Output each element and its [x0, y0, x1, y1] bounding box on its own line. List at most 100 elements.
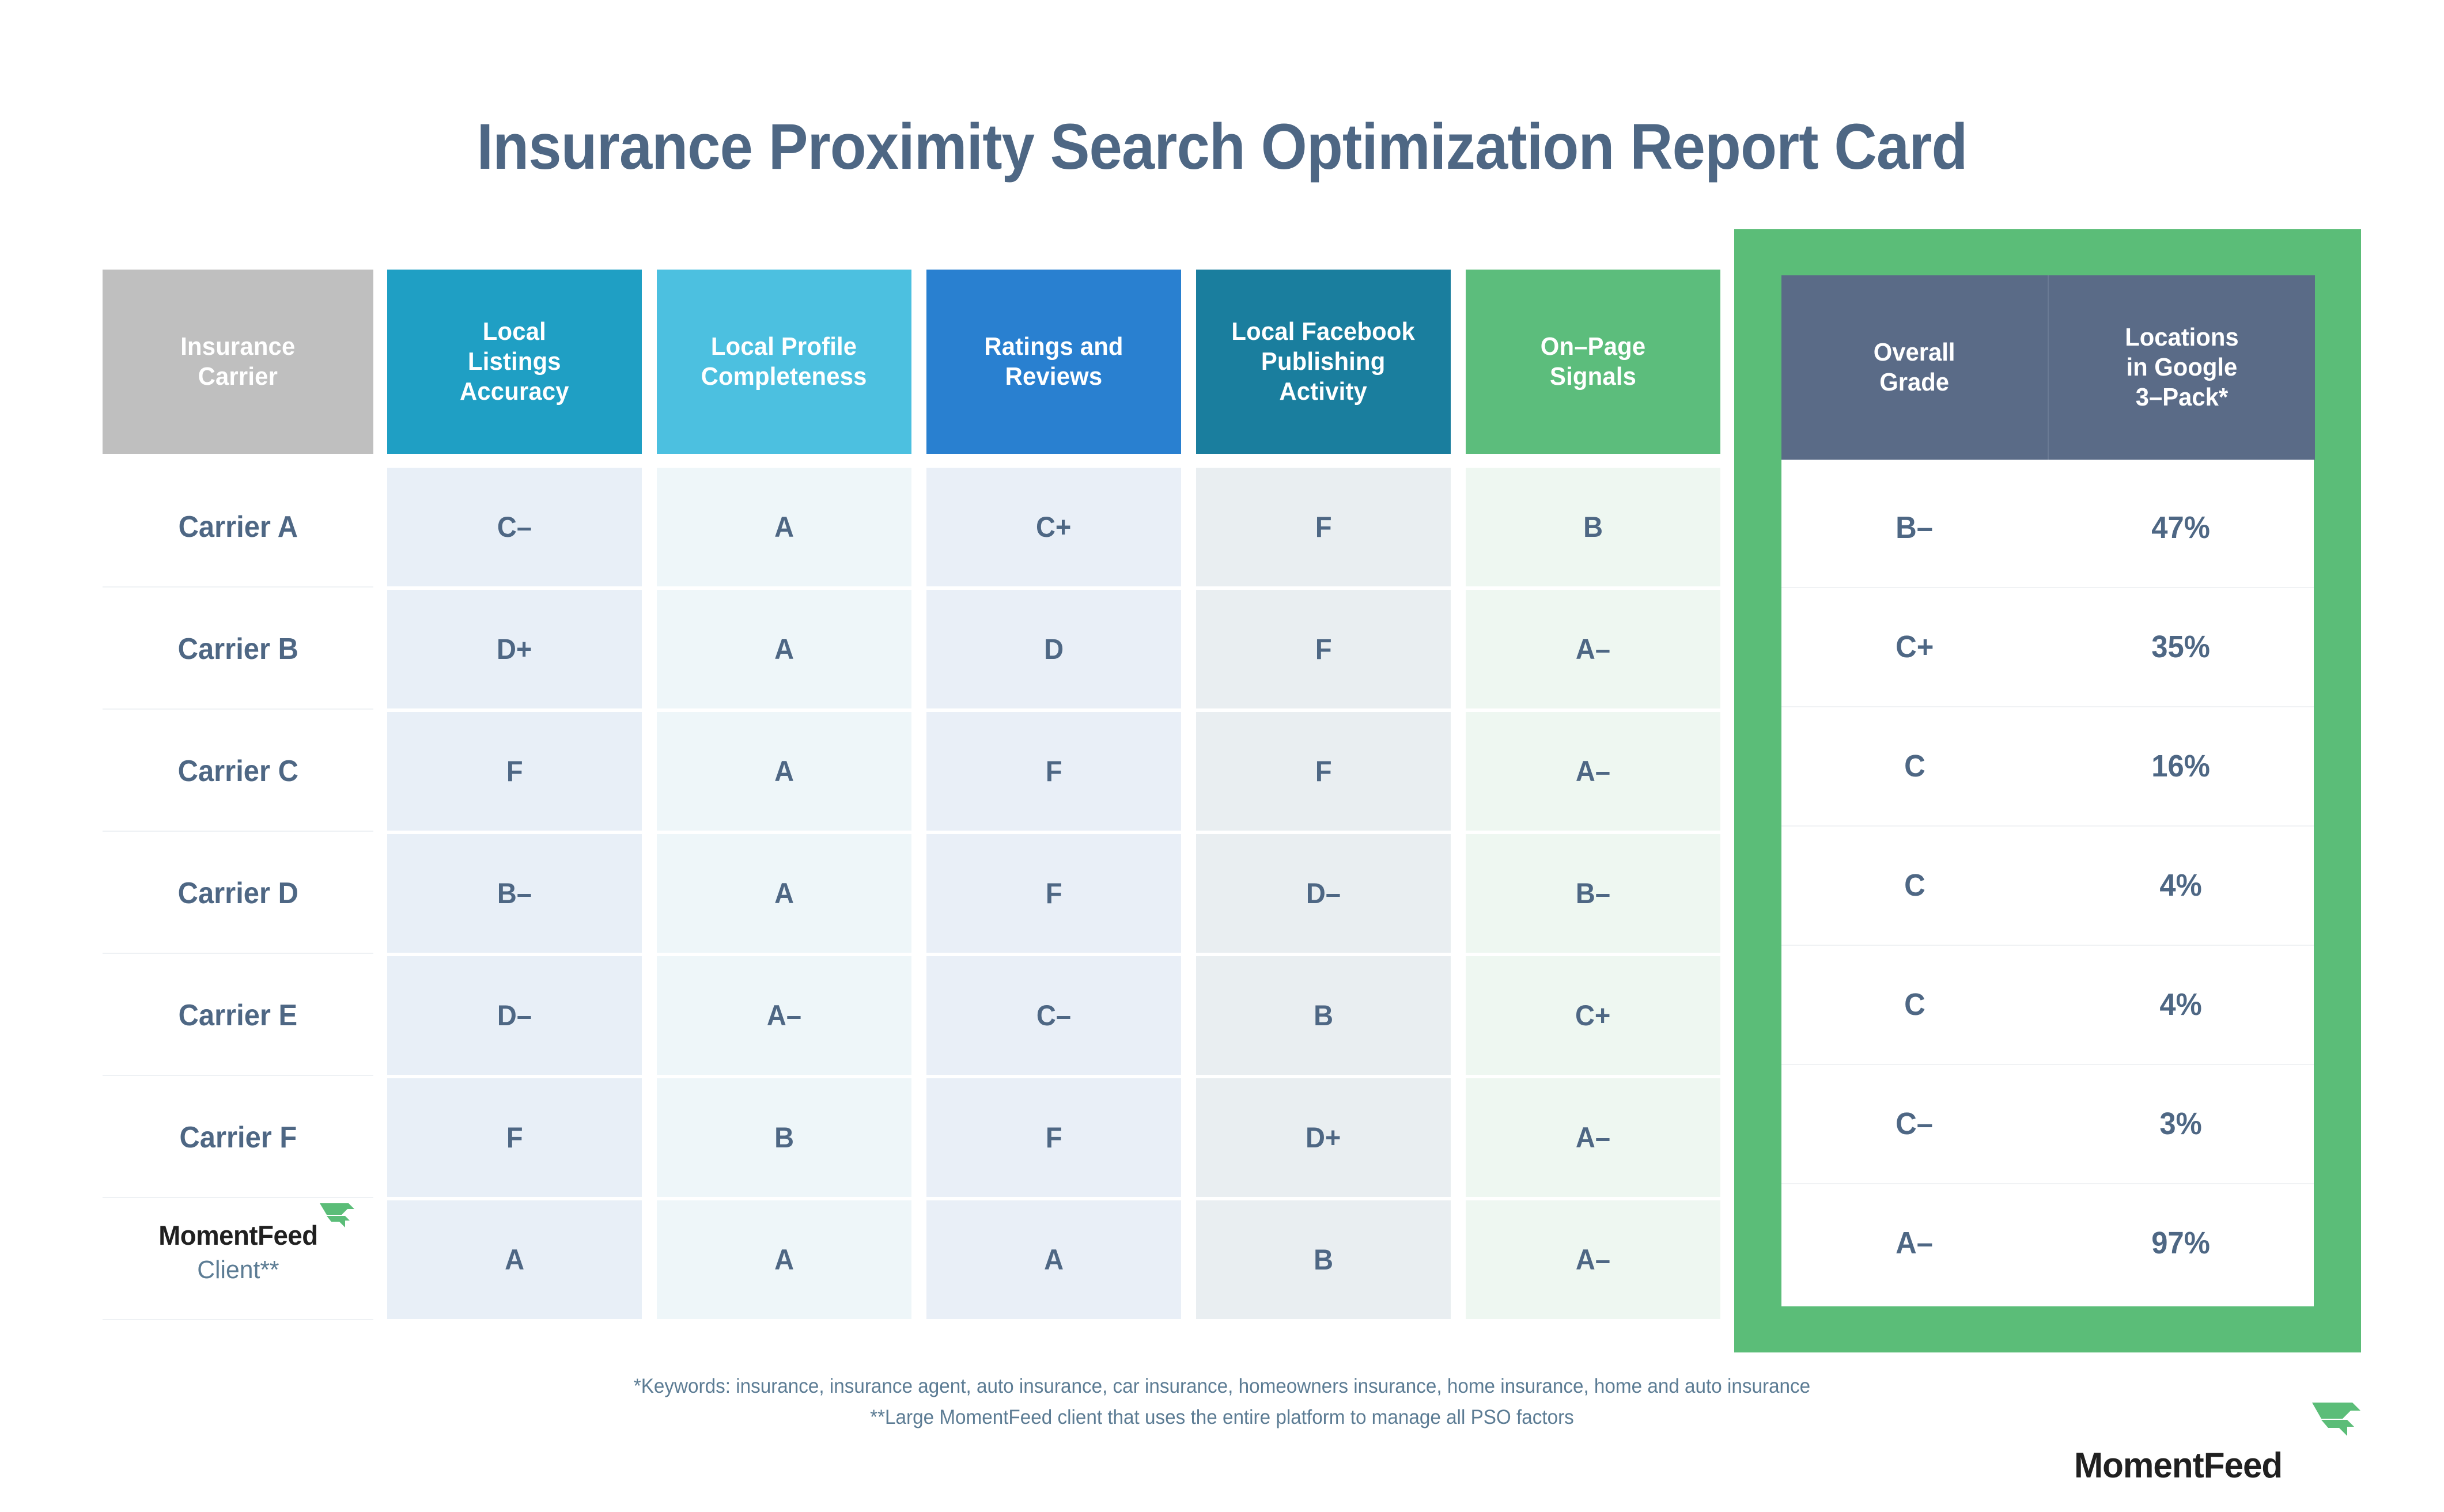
column-header-label: Ratings and Reviews	[984, 332, 1123, 391]
grade-value: C–	[497, 511, 532, 543]
grade-cell: C+	[1466, 956, 1720, 1075]
grade-value: D–	[1306, 877, 1341, 910]
grade-value: F	[1315, 633, 1332, 665]
grade-cell: F	[1196, 468, 1451, 586]
grade-value: A–	[1575, 1121, 1611, 1154]
locations-cell: 16%	[2048, 706, 2314, 825]
table-column-profile: Local Profile Completeness A A A A A– B A	[657, 270, 911, 1324]
overall-value: C–	[1896, 1106, 1934, 1141]
overall-cell: C	[1781, 825, 2048, 945]
locations-value: 4%	[2159, 867, 2202, 903]
table-row-label: Carrier E	[103, 956, 373, 1076]
overall-cell: C+	[1781, 587, 2048, 706]
grade-value: A	[774, 877, 794, 910]
column-header-label: Local Listings Accuracy	[460, 317, 569, 406]
grade-cell: A–	[1466, 590, 1720, 708]
grade-value: B–	[1575, 877, 1611, 910]
grade-cell: B	[657, 1078, 911, 1197]
grade-cell: A	[926, 1200, 1181, 1319]
grade-value: A	[774, 755, 794, 787]
table-column-ratings: Ratings and Reviews C+ D F F C– F A	[926, 270, 1181, 1324]
column-header-label: Locations in Google 3–Pack*	[2125, 323, 2239, 411]
grade-value: A	[774, 633, 794, 665]
column-header-ratings: Ratings and Reviews	[926, 270, 1181, 454]
grade-value: D+	[497, 633, 532, 665]
grade-cell: A–	[1466, 712, 1720, 831]
grade-cell: A–	[1466, 1078, 1720, 1197]
overall-cell: C	[1781, 945, 2048, 1064]
grade-cell: A	[657, 712, 911, 831]
overall-cell: B–	[1781, 468, 2048, 587]
brand-wordmark: MomentFeed	[2074, 1446, 2283, 1486]
grade-value: D–	[497, 999, 532, 1032]
grade-cell: F	[926, 1078, 1181, 1197]
overall-value: C	[1904, 748, 1925, 783]
grade-value: F	[1315, 511, 1332, 543]
grade-cell: D–	[387, 956, 642, 1075]
grade-cell: A	[657, 1200, 911, 1319]
table-row-label: Carrier B	[103, 590, 373, 710]
grade-value: B	[1583, 511, 1603, 543]
report-card-infographic: Insurance Proximity Search Optimization …	[0, 0, 2444, 1512]
highlight-row-divider	[1781, 825, 2314, 827]
locations-value: 47%	[2151, 510, 2210, 545]
locations-value: 35%	[2151, 629, 2210, 664]
grade-cell: A–	[657, 956, 911, 1075]
highlight-row-divider	[1781, 1183, 2314, 1184]
grade-cell: A–	[1466, 1200, 1720, 1319]
column-header-onpage: On–Page Signals	[1466, 270, 1720, 454]
grade-cell: B	[1196, 956, 1451, 1075]
grade-cell: D–	[1196, 834, 1451, 953]
locations-cell: 35%	[2048, 587, 2314, 706]
column-header-locations: Locations in Google 3–Pack*	[2048, 275, 2315, 460]
grade-value: F	[1315, 755, 1332, 787]
overall-cell: C	[1781, 706, 2048, 825]
grade-value: F	[506, 755, 523, 787]
overall-value: A–	[1896, 1225, 1934, 1260]
locations-value: 4%	[2159, 987, 2202, 1022]
page-title: Insurance Proximity Search Optimization …	[476, 111, 1968, 183]
carrier-name: Carrier B	[177, 632, 298, 666]
grade-cell: C–	[387, 468, 642, 586]
column-header-label: Insurance Carrier	[180, 332, 296, 391]
locations-cell: 4%	[2048, 825, 2314, 945]
carrier-name: Carrier F	[179, 1121, 297, 1154]
highlight-row-divider	[1781, 706, 2314, 707]
grade-value: A	[505, 1244, 524, 1276]
grade-cell: A	[657, 468, 911, 586]
table-row-label: Carrier C	[103, 712, 373, 832]
grade-cell: F	[387, 1078, 642, 1197]
grade-value: B	[1314, 1244, 1333, 1276]
grade-value: F	[1045, 1121, 1062, 1154]
grade-value: A–	[1575, 1244, 1611, 1276]
brand-arrow-icon	[2312, 1403, 2360, 1436]
footnote-client: **Large MomentFeed client that uses the …	[870, 1406, 1574, 1429]
table-column-carrier: Insurance Carrier Carrier A Carrier B Carrie…	[103, 270, 373, 1324]
column-header-facebook: Local Facebook Publishing Activity	[1196, 270, 1451, 454]
grade-cell: D	[926, 590, 1181, 708]
overall-value: B–	[1896, 510, 1934, 545]
grade-cell: B	[1196, 1200, 1451, 1319]
grade-cell: F	[926, 712, 1181, 831]
grade-value: D	[1044, 633, 1064, 665]
column-header-listings: Local Listings Accuracy	[387, 270, 642, 454]
highlight-row-divider	[1781, 945, 2314, 946]
grade-value: C+	[1036, 511, 1072, 543]
column-header-label: Local Profile Completeness	[701, 332, 867, 391]
brand-logo: MomentFeed	[2074, 1403, 2362, 1486]
carrier-name: Carrier E	[178, 999, 298, 1032]
overall-cell: C–	[1781, 1064, 2048, 1183]
grade-cell: B–	[1466, 834, 1720, 953]
carrier-name: Carrier D	[177, 877, 298, 910]
overall-value: C	[1904, 987, 1925, 1022]
grade-value: A	[1044, 1244, 1064, 1276]
grade-cell: F	[926, 834, 1181, 953]
column-header-overall: Overall Grade	[1781, 275, 2048, 460]
momentfeed-client-label: MomentFeed Client**	[103, 1197, 373, 1306]
locations-cell: 97%	[2048, 1183, 2314, 1302]
overall-value: C+	[1895, 629, 1934, 664]
overall-cell: A–	[1781, 1183, 2048, 1302]
grade-cell: F	[387, 712, 642, 831]
table-row-label: Carrier F	[103, 1078, 373, 1198]
grade-value: A–	[1575, 633, 1611, 665]
